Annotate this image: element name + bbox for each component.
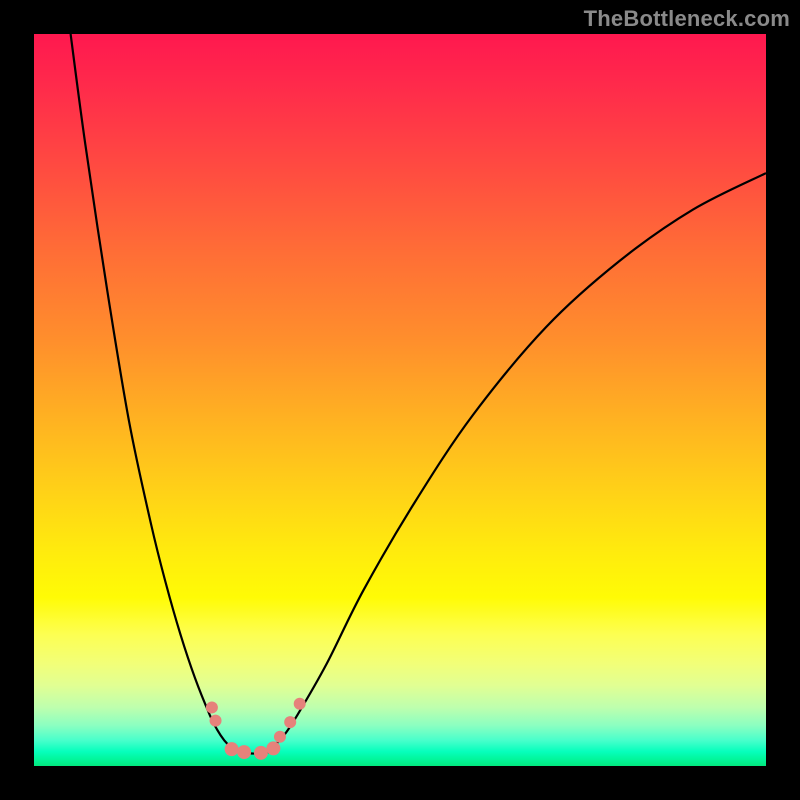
data-marker: [225, 742, 239, 756]
watermark-text: TheBottleneck.com: [584, 6, 790, 32]
chart-frame: TheBottleneck.com: [0, 0, 800, 800]
data-marker: [206, 701, 218, 713]
data-marker: [266, 741, 280, 755]
data-markers: [206, 698, 306, 760]
chart-svg: [34, 34, 766, 766]
data-marker: [237, 745, 251, 759]
data-marker: [254, 746, 268, 760]
valley-curve: [71, 34, 766, 754]
data-marker: [294, 698, 306, 710]
data-marker: [210, 715, 222, 727]
data-marker: [284, 716, 296, 728]
data-marker: [274, 731, 286, 743]
